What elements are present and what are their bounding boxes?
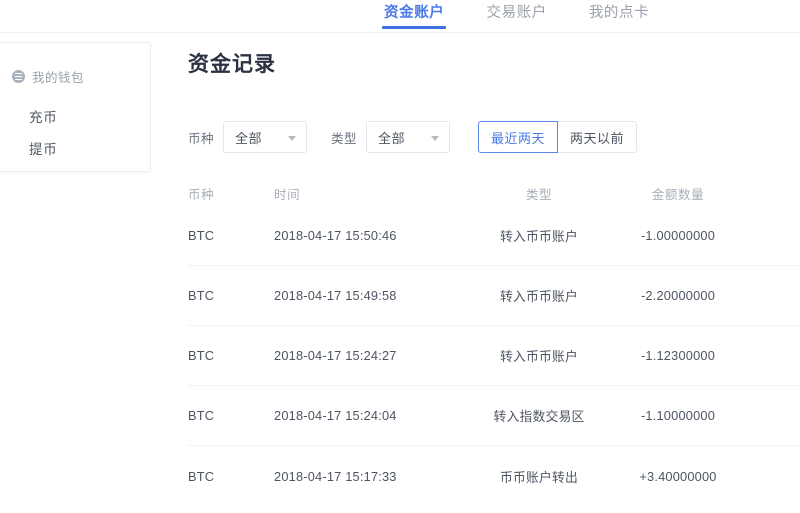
type-filter-value: 全部 [367,128,405,147]
table-row[interactable]: BTC 2018-04-17 15:50:46 转入币币账户 -1.000000… [188,206,800,266]
cell-amount: -1.10000000 [614,408,742,423]
coin-filter-value: 全部 [224,128,262,147]
cell-time: 2018-04-17 15:50:46 [274,228,464,243]
cell-balance: 9, [742,408,800,423]
cell-coin: BTC [188,228,274,243]
account-tabs: 资金账户 交易账户 我的点卡 [384,0,649,33]
tab-fund-account[interactable]: 资金账户 [384,0,444,32]
tab-my-point-card[interactable]: 我的点卡 [589,0,649,32]
filter-bar: 币种 全部 类型 全部 最近两天 两天以前 [188,120,800,154]
cell-amount: -1.12300000 [614,348,742,363]
cell-type: 转入币币账户 [464,286,614,305]
coin-filter-label: 币种 [188,128,214,147]
cell-time: 2018-04-17 15:17:33 [274,469,464,484]
page-root: 资金账户 交易账户 我的点卡 我的钱包 充币 提币 资金记录 币种 全部 [0,0,800,513]
date-range-segmented-control: 最近两天 两天以前 [478,121,637,153]
sidebar-item-withdraw[interactable]: 提币 [0,142,150,158]
cell-balance: 9, [742,228,800,243]
cell-coin: BTC [188,408,274,423]
cell-time: 2018-04-17 15:24:27 [274,348,464,363]
tab-fund-account-label: 资金账户 [384,5,444,21]
type-filter-select[interactable]: 全部 [366,121,450,153]
main-content: 资金记录 币种 全部 类型 全部 最近两天 两天以前 [188,42,800,506]
column-header-type: 类型 [464,184,614,203]
cell-type: 转入币币账户 [464,346,614,365]
sidebar-section-my-wallet: 我的钱包 [0,43,150,86]
wallet-menu-icon [12,70,25,83]
sidebar-item-deposit[interactable]: 充币 [0,110,150,126]
range-button-older-than-two-days[interactable]: 两天以前 [558,121,637,153]
cell-type: 转入指数交易区 [464,406,614,425]
page-title: 资金记录 [188,52,800,78]
cell-time: 2018-04-17 15:49:58 [274,288,464,303]
sidebar-item-withdraw-label: 提币 [29,142,58,157]
chevron-down-icon [288,136,296,141]
column-header-time: 时间 [274,184,464,203]
table-row[interactable]: BTC 2018-04-17 15:24:04 转入指数交易区 -1.10000… [188,386,800,446]
tab-trade-account-label: 交易账户 [486,5,546,21]
type-filter-label: 类型 [331,128,357,147]
table-row[interactable]: BTC 2018-04-17 15:17:33 币币账户转出 +3.400000… [188,446,800,506]
sidebar-panel: 我的钱包 充币 提币 [0,42,151,172]
table-header-row: 币种 时间 类型 金额数量 [188,180,800,206]
tab-my-point-card-label: 我的点卡 [589,5,649,21]
cell-amount: +3.40000000 [614,469,742,484]
tab-trade-account[interactable]: 交易账户 [486,0,546,32]
chevron-down-icon [431,136,439,141]
table-row[interactable]: BTC 2018-04-17 15:49:58 转入币币账户 -2.200000… [188,266,800,326]
sidebar-section-label: 我的钱包 [32,67,84,86]
cell-coin: BTC [188,348,274,363]
fund-records-table: 币种 时间 类型 金额数量 BTC 2018-04-17 15:50:46 转入… [188,180,800,506]
coin-filter-select[interactable]: 全部 [223,121,307,153]
table-row[interactable]: BTC 2018-04-17 15:24:27 转入币币账户 -1.123000… [188,326,800,386]
cell-coin: BTC [188,469,274,484]
top-navigation-bar: 资金账户 交易账户 我的点卡 [0,0,800,33]
cell-amount: -1.00000000 [614,228,742,243]
cell-balance: 9, [742,469,800,484]
range-button-recent-two-days-label: 最近两天 [491,128,545,147]
column-header-coin: 币种 [188,184,274,203]
range-button-older-than-two-days-label: 两天以前 [570,128,624,147]
sidebar-item-deposit-label: 充币 [29,110,58,125]
cell-type: 转入币币账户 [464,226,614,245]
cell-amount: -2.20000000 [614,288,742,303]
cell-balance: 9, [742,348,800,363]
cell-time: 2018-04-17 15:24:04 [274,408,464,423]
column-header-amount: 金额数量 [614,184,742,203]
cell-coin: BTC [188,288,274,303]
cell-balance: 9, [742,288,800,303]
cell-type: 币币账户转出 [464,467,614,486]
range-button-recent-two-days[interactable]: 最近两天 [478,121,558,153]
